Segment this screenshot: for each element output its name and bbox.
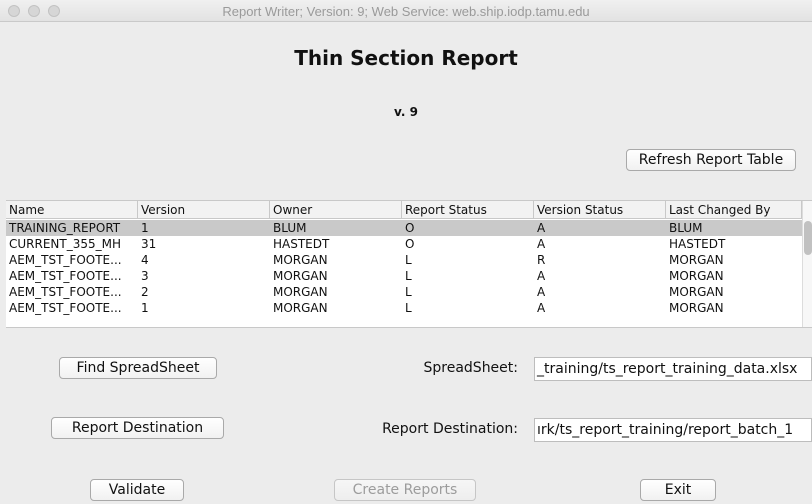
title-bar: Report Writer; Version: 9; Web Service: … (0, 0, 812, 22)
column-header-name[interactable]: Name (6, 201, 138, 219)
cell-last-changed-by: BLUM (669, 221, 703, 235)
cell-version: 1 (141, 301, 149, 315)
table-scrollbar[interactable] (802, 201, 812, 327)
cell-owner: MORGAN (273, 269, 328, 283)
spreadsheet-label: SpreadSheet: (423, 360, 519, 376)
column-header-version-status[interactable]: Version Status (534, 201, 666, 219)
table-row[interactable]: TRAINING_REPORT 1 BLUM O A BLUM (6, 220, 802, 236)
report-table: Name Version Owner Report Status Version… (6, 200, 812, 328)
create-reports-button[interactable]: Create Reports (334, 479, 476, 501)
report-destination-label: Report Destination: (382, 421, 518, 437)
cell-version: 3 (141, 269, 149, 283)
cell-last-changed-by: MORGAN (669, 269, 724, 283)
cell-name: AEM_TST_FOOTE... (9, 253, 122, 267)
cell-name: CURRENT_355_MH (9, 237, 122, 251)
cell-version: 31 (141, 237, 157, 251)
cell-name: AEM_TST_FOOTE... (9, 301, 122, 315)
validate-button[interactable]: Validate (90, 479, 184, 501)
version-label: v. 9 (394, 105, 418, 119)
cell-report-status: L (405, 285, 412, 299)
column-header-last-changed-by[interactable]: Last Changed By (666, 201, 802, 219)
cell-version: 2 (141, 285, 149, 299)
table-row[interactable]: AEM_TST_FOOTE... 2 MORGAN L A MORGAN (6, 284, 802, 300)
cell-last-changed-by: MORGAN (669, 253, 724, 267)
cell-report-status: L (405, 301, 412, 315)
window-title: Report Writer; Version: 9; Web Service: … (222, 4, 590, 19)
spreadsheet-path-field[interactable]: _training/ts_report_training_data.xlsx (534, 357, 812, 381)
table-row[interactable]: CURRENT_355_MH 31 HASTEDT O A HASTEDT (6, 236, 802, 252)
cell-version-status: R (537, 253, 546, 267)
cell-version: 1 (141, 221, 149, 235)
cell-owner: MORGAN (273, 285, 328, 299)
cell-report-status: L (405, 253, 412, 267)
table-row[interactable]: AEM_TST_FOOTE... 4 MORGAN L R MORGAN (6, 252, 802, 268)
refresh-report-table-button[interactable]: Refresh Report Table (626, 149, 796, 171)
column-header-version[interactable]: Version (138, 201, 270, 219)
cell-owner: MORGAN (273, 301, 328, 315)
cell-version-status: A (537, 237, 546, 251)
exit-button[interactable]: Exit (640, 479, 716, 501)
report-destination-button[interactable]: Report Destination (51, 417, 224, 439)
cell-name: TRAINING_REPORT (9, 221, 121, 235)
cell-report-status: O (405, 237, 415, 251)
report-destination-field[interactable]: ırk/ts_report_training/report_batch_1 (534, 418, 812, 442)
cell-last-changed-by: MORGAN (669, 285, 724, 299)
cell-name: AEM_TST_FOOTE... (9, 269, 122, 283)
cell-version-status: A (537, 269, 546, 283)
cell-name: AEM_TST_FOOTE... (9, 285, 122, 299)
cell-version-status: A (537, 301, 546, 315)
cell-owner: MORGAN (273, 253, 328, 267)
cell-owner: HASTEDT (273, 237, 330, 251)
column-header-report-status[interactable]: Report Status (402, 201, 534, 219)
column-header-owner[interactable]: Owner (270, 201, 402, 219)
find-spreadsheet-button[interactable]: Find SpreadSheet (59, 357, 217, 379)
cell-last-changed-by: MORGAN (669, 301, 724, 315)
table-row[interactable]: AEM_TST_FOOTE... 1 MORGAN L A MORGAN (6, 300, 802, 316)
cell-report-status: O (405, 221, 415, 235)
cell-owner: BLUM (273, 221, 307, 235)
cell-version: 4 (141, 253, 149, 267)
cell-report-status: L (405, 269, 412, 283)
cell-version-status: A (537, 221, 546, 235)
scrollbar-thumb[interactable] (804, 221, 812, 255)
cell-version-status: A (537, 285, 546, 299)
table-header: Name Version Owner Report Status Version… (6, 201, 802, 219)
page-title: Thin Section Report (294, 46, 518, 70)
cell-last-changed-by: HASTEDT (669, 237, 726, 251)
table-row[interactable]: AEM_TST_FOOTE... 3 MORGAN L A MORGAN (6, 268, 802, 284)
